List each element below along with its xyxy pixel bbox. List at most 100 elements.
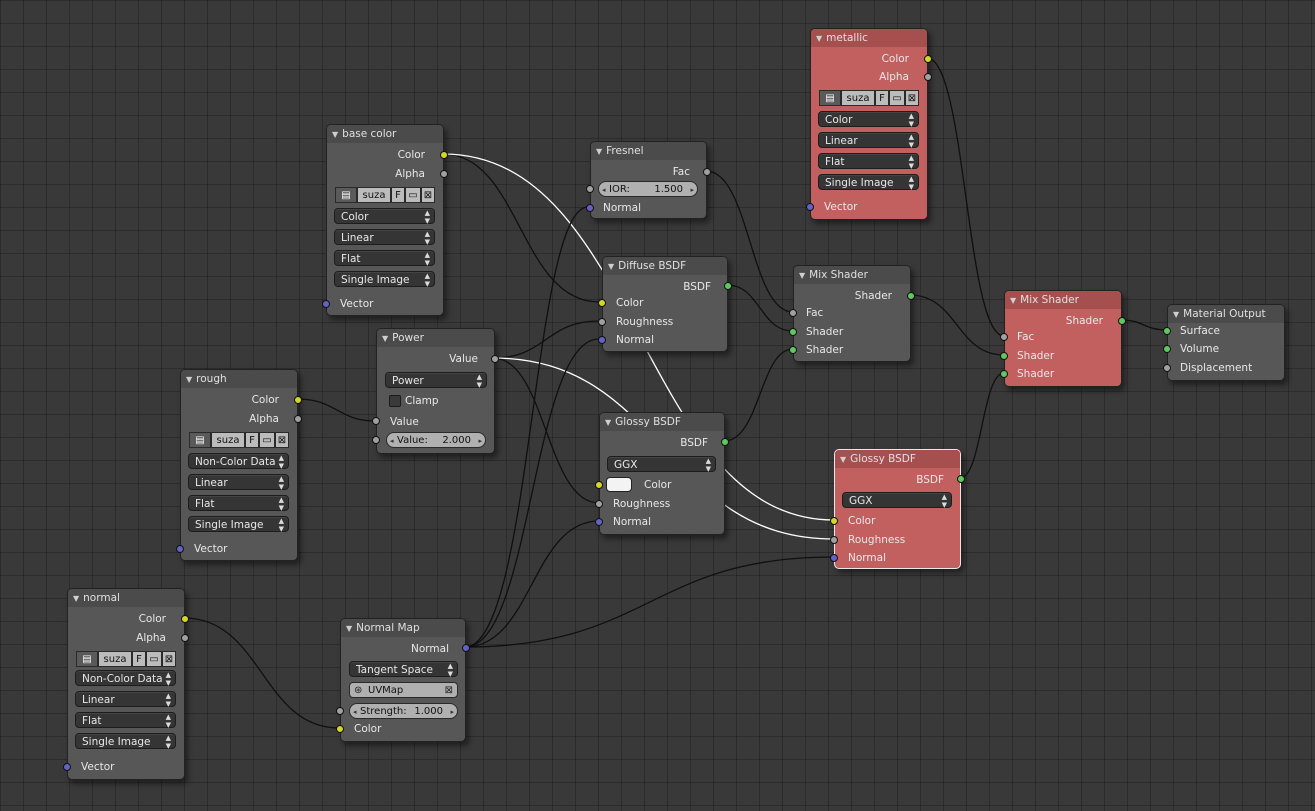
fresnel-node[interactable]: ▼ Fresnel Fac ◂ IOR: 1.500 ▸ Normal [586, 141, 711, 219]
collapse-triangle-icon[interactable]: ▼ [332, 130, 338, 139]
input-surface-socket[interactable] [1163, 327, 1171, 335]
input-normal-socket[interactable] [595, 518, 603, 526]
folder-icon[interactable]: ▭ [259, 432, 275, 448]
uv-map-field[interactable]: ⊛ UVMap ⊠ [349, 682, 458, 698]
image-texture-node-rough[interactable]: ▼ rough Color Alpha ▤ suza F ▭ ⊠ Non-Colo… [176, 369, 302, 561]
projection-dropdown[interactable]: Flat ▲ ▼ [818, 153, 919, 170]
input-fac-socket[interactable] [1000, 333, 1008, 341]
color-space-dropdown[interactable]: Non-Color Data ▲ ▼ [188, 453, 289, 470]
color-space-dropdown[interactable]: Non-Color Data ▲ ▼ [75, 670, 176, 687]
image-texture-node-normal[interactable]: ▼ normal Color Alpha ▤ suza F ▭ ⊠ Non-Col… [63, 588, 189, 780]
output-color-socket[interactable] [440, 151, 448, 159]
input-roughness-socket[interactable] [595, 500, 603, 508]
input-fac-socket[interactable] [789, 309, 797, 317]
output-normal-socket[interactable] [462, 644, 470, 652]
output-color-socket[interactable] [924, 55, 932, 63]
collapse-triangle-icon[interactable]: ▼ [1173, 310, 1179, 319]
fake-user-button[interactable]: F [391, 187, 405, 203]
image-name[interactable]: suza [357, 187, 391, 203]
color-space-dropdown[interactable]: Color ▲ ▼ [334, 208, 435, 225]
output-alpha-socket[interactable] [924, 73, 932, 81]
distribution-dropdown[interactable]: GGX ▲ ▼ [607, 456, 716, 473]
decrement-arrow-icon[interactable]: ◂ [353, 704, 357, 720]
color-swatch[interactable] [606, 477, 632, 492]
node-header[interactable]: ▼ Normal Map [341, 619, 465, 637]
interpolation-dropdown[interactable]: Linear ▲ ▼ [188, 474, 289, 491]
image-browse-icon[interactable]: ▤ [335, 187, 357, 203]
increment-arrow-icon[interactable]: ▸ [450, 704, 454, 720]
folder-icon[interactable]: ▭ [146, 651, 162, 667]
space-dropdown[interactable]: Tangent Space ▲ ▼ [349, 661, 458, 678]
x-icon[interactable]: ⊠ [905, 90, 919, 106]
input-vector-socket[interactable] [176, 545, 184, 553]
clamp-checkbox[interactable] [389, 395, 401, 407]
normal-map-node[interactable]: ▼ Normal Map Normal Tangent Space ▲ ▼ ⊛ UVMa… [336, 618, 470, 742]
math-node-power[interactable]: ▼ Power Value Power ▲ ▼ Clamp Value ◂ Value:… [372, 328, 499, 454]
output-bsdf-socket[interactable] [721, 438, 729, 446]
input-value-socket[interactable] [372, 417, 380, 425]
node-header[interactable]: ▼ metallic [811, 29, 927, 47]
decrement-arrow-icon[interactable]: ◂ [390, 433, 394, 449]
input-color-socket[interactable] [830, 517, 838, 525]
collapse-triangle-icon[interactable]: ▼ [816, 34, 822, 43]
node-header[interactable]: ▼ Glossy BSDF [835, 450, 960, 468]
node-header[interactable]: ▼ rough [181, 370, 297, 388]
source-dropdown[interactable]: Single Image ▲ ▼ [334, 271, 435, 288]
strength-field[interactable]: ◂ Strength: 1.000 ▸ [349, 703, 458, 719]
input-shader1-socket[interactable] [1000, 352, 1008, 360]
operation-dropdown[interactable]: Power ▲ ▼ [385, 372, 487, 389]
node-header[interactable]: ▼ Mix Shader [794, 266, 910, 284]
output-color-socket[interactable] [294, 396, 302, 404]
increment-arrow-icon[interactable]: ▸ [478, 433, 482, 449]
projection-dropdown[interactable]: Flat ▲ ▼ [75, 712, 176, 729]
source-dropdown[interactable]: Single Image ▲ ▼ [188, 516, 289, 533]
fake-user-button[interactable]: F [132, 651, 146, 667]
mix-shader-node-1[interactable]: ▼ Mix Shader Shader Fac Shader Shader [789, 265, 915, 362]
diffuse-bsdf-node[interactable]: ▼ Diffuse BSDF BSDF Color Roughness Norma… [598, 256, 732, 352]
node-header[interactable]: ▼ Mix Shader [1005, 291, 1121, 309]
folder-icon[interactable]: ▭ [889, 90, 905, 106]
projection-dropdown[interactable]: Flat ▲ ▼ [334, 250, 435, 267]
input-color-socket[interactable] [336, 725, 344, 733]
collapse-triangle-icon[interactable]: ▼ [382, 334, 388, 343]
node-header[interactable]: ▼ Diffuse BSDF [603, 257, 727, 275]
image-name[interactable]: suza [211, 432, 245, 448]
interpolation-dropdown[interactable]: Linear ▲ ▼ [75, 691, 176, 708]
input-shader2-socket[interactable] [1000, 370, 1008, 378]
collapse-triangle-icon[interactable]: ▼ [186, 375, 192, 384]
glossy-bsdf-node-1[interactable]: ▼ Glossy BSDF BSDF GGX ▲ ▼ Color Roughness … [595, 412, 729, 535]
output-value-socket[interactable] [491, 355, 499, 363]
distribution-dropdown[interactable]: GGX ▲ ▼ [842, 492, 952, 509]
input-normal-socket[interactable] [598, 336, 606, 344]
input-vector-socket[interactable] [63, 763, 71, 771]
material-output-node[interactable]: ▼ Material Output Surface Volume Displace… [1163, 304, 1285, 381]
image-texture-node-base-color[interactable]: ▼ base color Color Alpha ▤ suza F ▭ ⊠ Col… [322, 124, 448, 316]
mix-shader-node-2[interactable]: ▼ Mix Shader Shader Fac Shader Shader [1000, 290, 1126, 387]
output-shader-socket[interactable] [1118, 317, 1126, 325]
image-selector[interactable]: ▤ suza F ▭ ⊠ [819, 90, 919, 106]
output-color-socket[interactable] [181, 615, 189, 623]
output-alpha-socket[interactable] [294, 415, 302, 423]
fake-user-button[interactable]: F [875, 90, 889, 106]
source-dropdown[interactable]: Single Image ▲ ▼ [75, 733, 176, 750]
input-value2-socket[interactable] [372, 436, 380, 444]
decrement-arrow-icon[interactable]: ◂ [602, 182, 606, 198]
input-color-socket[interactable] [595, 481, 603, 489]
collapse-triangle-icon[interactable]: ▼ [1010, 296, 1016, 305]
image-browse-icon[interactable]: ▤ [189, 432, 211, 448]
node-header[interactable]: ▼ Fresnel [591, 142, 706, 160]
interpolation-dropdown[interactable]: Linear ▲ ▼ [334, 229, 435, 246]
input-vector-socket[interactable] [322, 300, 330, 308]
collapse-triangle-icon[interactable]: ▼ [840, 455, 846, 464]
image-selector[interactable]: ▤ suza F ▭ ⊠ [189, 432, 289, 448]
node-header[interactable]: ▼ Glossy BSDF [600, 413, 724, 431]
color-space-dropdown[interactable]: Color ▲ ▼ [818, 111, 919, 128]
interpolation-dropdown[interactable]: Linear ▲ ▼ [818, 132, 919, 149]
collapse-triangle-icon[interactable]: ▼ [73, 594, 79, 603]
input-normal-socket[interactable] [586, 204, 594, 212]
projection-dropdown[interactable]: Flat ▲ ▼ [188, 495, 289, 512]
folder-icon[interactable]: ▭ [405, 187, 421, 203]
input-displacement-socket[interactable] [1163, 364, 1171, 372]
output-shader-socket[interactable] [907, 292, 915, 300]
x-icon[interactable]: ⊠ [275, 432, 289, 448]
